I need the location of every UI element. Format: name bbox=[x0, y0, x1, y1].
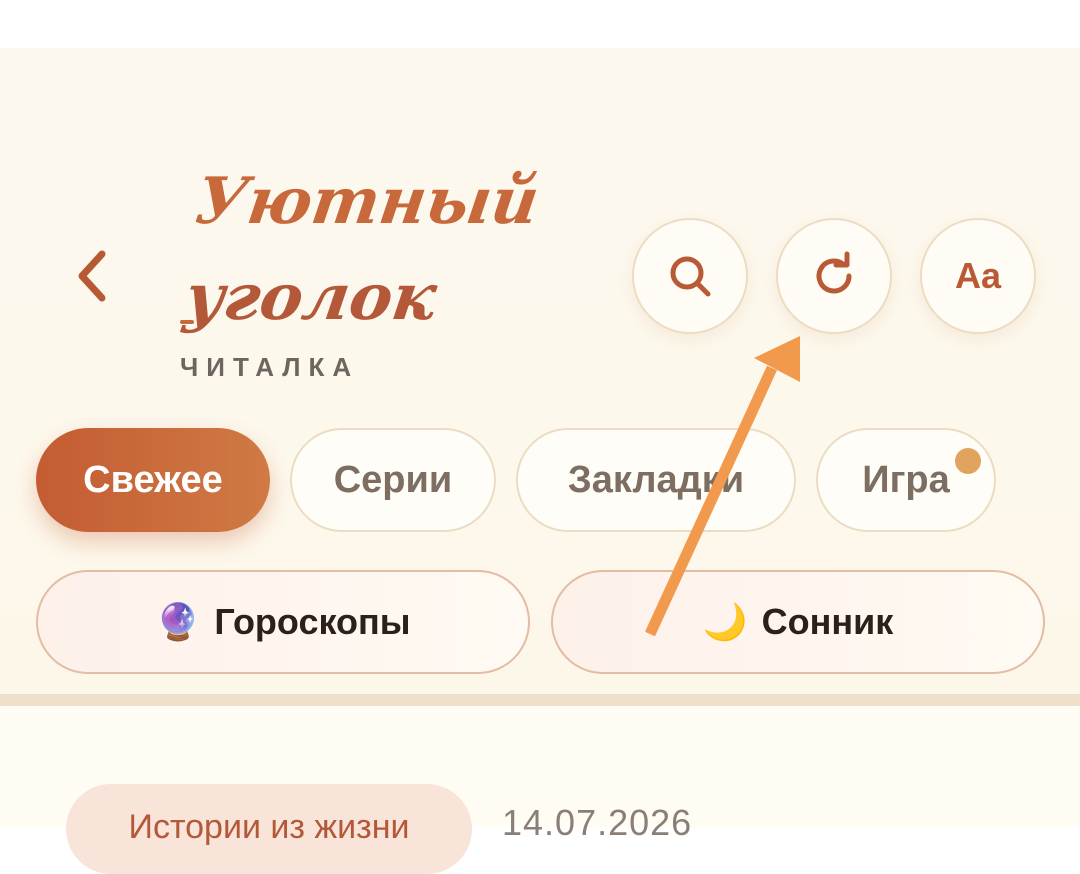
crescent-moon-icon: 🌙 bbox=[702, 601, 748, 642]
dreambook-button[interactable]: 🌙 Сонник bbox=[551, 570, 1045, 674]
refresh-button[interactable] bbox=[776, 218, 892, 334]
section-divider bbox=[0, 694, 1080, 706]
brand-title-line2: уголок bbox=[180, 260, 442, 335]
status-bar-area bbox=[0, 0, 1080, 48]
horoscopes-label: Гороскопы bbox=[214, 601, 411, 642]
chevron-left-icon bbox=[78, 250, 106, 302]
notification-badge bbox=[955, 448, 981, 474]
refresh-icon bbox=[816, 251, 852, 294]
tab-series[interactable]: Серии bbox=[290, 428, 496, 532]
tab-game[interactable]: Игра bbox=[816, 428, 996, 532]
font-size-icon: Aa bbox=[954, 255, 1002, 296]
category-chip[interactable]: Истории из жизни bbox=[66, 784, 472, 874]
search-button[interactable] bbox=[632, 218, 748, 334]
horoscopes-button[interactable]: 🔮 Гороскопы bbox=[36, 570, 530, 674]
app-subtitle: ЧИТАЛКА bbox=[180, 352, 360, 382]
dreambook-label: Сонник bbox=[761, 601, 894, 642]
search-icon bbox=[670, 256, 711, 297]
tab-bookmarks[interactable]: Закладки bbox=[516, 428, 796, 532]
brand-flourish bbox=[180, 320, 194, 324]
brand-title-line1: Уютный bbox=[190, 164, 544, 239]
crystal-ball-icon: 🔮 bbox=[155, 601, 201, 642]
tab-fresh[interactable]: Свежее bbox=[36, 428, 270, 532]
back-button[interactable] bbox=[62, 244, 122, 308]
font-size-button[interactable]: Aa bbox=[920, 218, 1036, 334]
post-date: 14.07.2026 bbox=[502, 802, 693, 843]
